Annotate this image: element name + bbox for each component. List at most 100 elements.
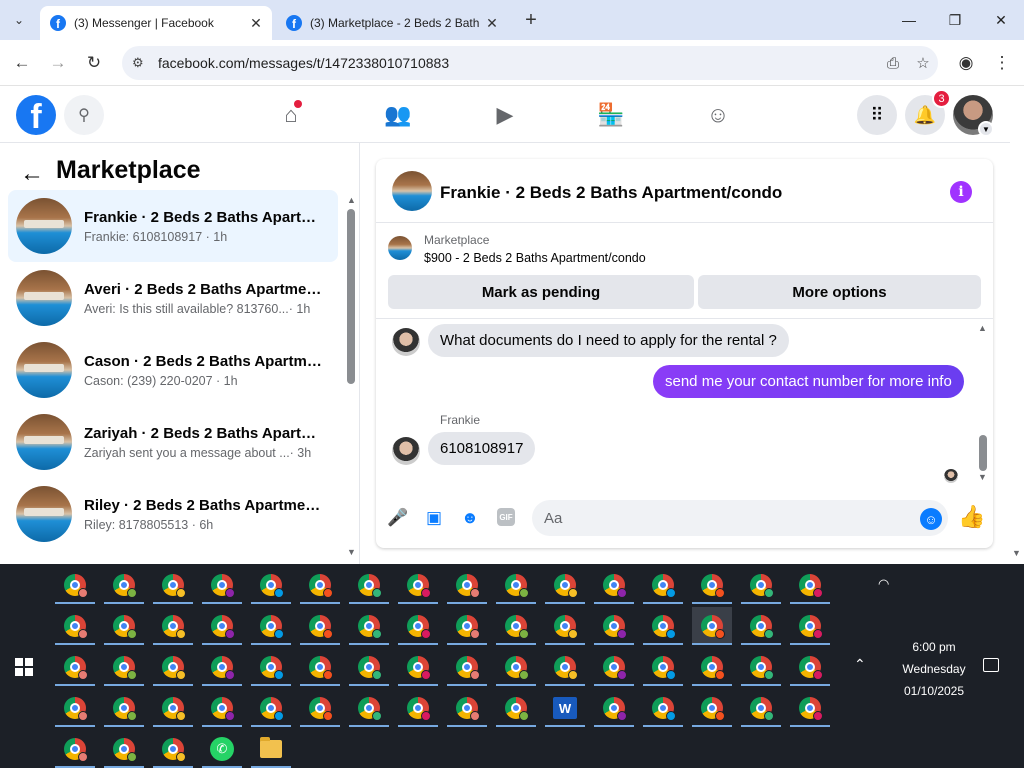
- chrome-app-icon[interactable]: [398, 566, 438, 604]
- chrome-app-icon[interactable]: [741, 648, 781, 686]
- chrome-app-icon[interactable]: [153, 730, 193, 768]
- search-icon[interactable]: ⚲: [64, 95, 104, 135]
- site-info-icon[interactable]: ⚙: [132, 55, 154, 71]
- chrome-app-icon[interactable]: [447, 648, 487, 686]
- list-item[interactable]: Zariyah · 2 Beds 2 Baths Apartm... Zariy…: [8, 406, 338, 478]
- list-item[interactable]: Riley · 2 Beds 2 Baths Apartmen... Riley…: [8, 478, 338, 550]
- chrome-app-icon[interactable]: [300, 566, 340, 604]
- chrome-app-icon[interactable]: [153, 566, 193, 604]
- chrome-app-icon[interactable]: [104, 689, 144, 727]
- photo-icon[interactable]: ▣: [422, 506, 446, 530]
- chrome-app-icon[interactable]: [447, 566, 487, 604]
- back-arrow-icon[interactable]: ←: [20, 160, 44, 188]
- menu-kebab-icon[interactable]: ⋮: [990, 51, 1014, 75]
- chrome-app-icon[interactable]: [55, 648, 95, 686]
- chrome-app-icon[interactable]: [692, 648, 732, 686]
- chrome-app-icon[interactable]: [447, 689, 487, 727]
- chat-scroll-up-icon[interactable]: ▲: [978, 323, 987, 333]
- groups-icon[interactable]: ☺: [701, 98, 735, 132]
- chrome-app-icon[interactable]: [349, 607, 389, 645]
- chrome-app-icon[interactable]: [104, 730, 144, 768]
- word-app-icon[interactable]: W: [545, 689, 585, 727]
- chrome-app-icon[interactable]: [496, 648, 536, 686]
- account-chevron-icon[interactable]: ▼: [978, 121, 994, 137]
- chrome-app-icon[interactable]: [545, 607, 585, 645]
- close-tab-icon[interactable]: ✕: [246, 15, 266, 32]
- sticker-icon[interactable]: ☻: [458, 506, 482, 530]
- close-tab-icon[interactable]: ✕: [482, 15, 502, 32]
- chrome-app-icon[interactable]: [692, 607, 732, 645]
- chrome-app-icon[interactable]: [349, 689, 389, 727]
- chrome-app-icon[interactable]: [741, 607, 781, 645]
- emoji-icon[interactable]: ☺: [920, 508, 942, 530]
- back-icon[interactable]: ←: [10, 51, 34, 75]
- chrome-app-icon[interactable]: [300, 689, 340, 727]
- chrome-app-icon[interactable]: [447, 607, 487, 645]
- chrome-app-icon[interactable]: [790, 689, 830, 727]
- minimize-icon[interactable]: —: [886, 6, 932, 34]
- conversation-scrollbar[interactable]: [347, 209, 355, 384]
- scroll-up-arrow-icon[interactable]: ▲: [347, 195, 356, 205]
- forward-icon[interactable]: →: [46, 51, 70, 75]
- chrome-app-icon[interactable]: [741, 689, 781, 727]
- chat-title[interactable]: Frankie · 2 Beds 2 Baths Apartment/condo: [440, 183, 782, 203]
- chrome-app-icon[interactable]: [790, 566, 830, 604]
- profile-icon[interactable]: ◉: [954, 51, 978, 75]
- chrome-app-icon[interactable]: [153, 607, 193, 645]
- chrome-app-icon[interactable]: [496, 689, 536, 727]
- chrome-app-icon[interactable]: [545, 566, 585, 604]
- chrome-app-icon[interactable]: [790, 607, 830, 645]
- thumbs-up-icon[interactable]: 👍: [958, 504, 985, 530]
- tab-marketplace[interactable]: f (3) Marketplace - 2 Beds 2 Bath ✕: [276, 6, 508, 40]
- chrome-app-icon[interactable]: [741, 566, 781, 604]
- mark-as-pending-button[interactable]: Mark as pending: [388, 275, 694, 309]
- file-explorer-app-icon[interactable]: [251, 730, 291, 768]
- sender-avatar[interactable]: [392, 437, 420, 465]
- listing-title[interactable]: $900 - 2 Beds 2 Baths Apartment/condo: [424, 251, 646, 265]
- chrome-app-icon[interactable]: [349, 648, 389, 686]
- new-tab-icon[interactable]: +: [520, 9, 542, 32]
- chrome-app-icon[interactable]: [643, 648, 683, 686]
- list-item[interactable]: Frankie · 2 Beds 2 Baths Apartm... Frank…: [8, 190, 338, 262]
- chat-scrollbar[interactable]: [979, 435, 987, 471]
- message-input[interactable]: Aa: [532, 500, 948, 536]
- chrome-app-icon[interactable]: [496, 566, 536, 604]
- chrome-app-icon[interactable]: [251, 648, 291, 686]
- friends-icon[interactable]: 👥: [381, 98, 415, 132]
- menu-grid-icon[interactable]: ⠿: [857, 95, 897, 135]
- chrome-app-icon[interactable]: [643, 566, 683, 604]
- chrome-app-icon[interactable]: [594, 607, 634, 645]
- restore-icon[interactable]: ❐: [932, 6, 978, 34]
- page-scroll-down-icon[interactable]: ▼: [1012, 548, 1021, 558]
- omnibox[interactable]: ⚙ facebook.com/messages/t/14723380107108…: [122, 46, 938, 80]
- chrome-app-icon[interactable]: [594, 648, 634, 686]
- chrome-app-icon[interactable]: [153, 689, 193, 727]
- sender-avatar[interactable]: [392, 328, 420, 356]
- chrome-app-icon[interactable]: [202, 648, 242, 686]
- chrome-app-icon[interactable]: [790, 648, 830, 686]
- chrome-app-icon[interactable]: [251, 689, 291, 727]
- chrome-app-icon[interactable]: [251, 566, 291, 604]
- list-item[interactable]: Averi · 2 Beds 2 Baths Apartmen... Averi…: [8, 262, 338, 334]
- tab-messenger[interactable]: f (3) Messenger | Facebook ✕: [40, 6, 272, 40]
- chrome-app-icon[interactable]: [594, 566, 634, 604]
- notifications-bell-icon[interactable]: 🔔 3: [905, 89, 951, 135]
- chrome-app-icon[interactable]: [202, 607, 242, 645]
- chrome-app-icon[interactable]: [153, 648, 193, 686]
- chrome-app-icon[interactable]: [692, 566, 732, 604]
- system-clock[interactable]: 6:00 pm Wednesday 01/10/2025: [888, 636, 980, 702]
- network-icon[interactable]: ◠: [878, 576, 889, 592]
- video-icon[interactable]: ▶: [488, 98, 522, 132]
- chrome-app-icon[interactable]: [104, 566, 144, 604]
- gif-icon[interactable]: GIF: [497, 508, 515, 526]
- chrome-app-icon[interactable]: [55, 607, 95, 645]
- chrome-app-icon[interactable]: [55, 730, 95, 768]
- list-item[interactable]: Cason · 2 Beds 2 Baths Apartme... Cason:…: [8, 334, 338, 406]
- chrome-app-icon[interactable]: [692, 689, 732, 727]
- tab-search-chevron-icon[interactable]: ⌄: [8, 9, 30, 31]
- chrome-app-icon[interactable]: [55, 566, 95, 604]
- chrome-app-icon[interactable]: [398, 689, 438, 727]
- chrome-app-icon[interactable]: [398, 607, 438, 645]
- bookmark-star-icon[interactable]: ☆: [908, 54, 938, 72]
- chrome-app-icon[interactable]: [202, 689, 242, 727]
